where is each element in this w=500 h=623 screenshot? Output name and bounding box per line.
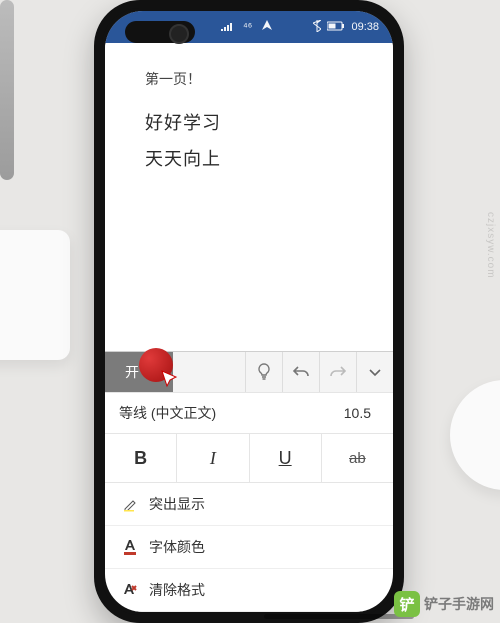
brand-icon: 铲 [394, 591, 420, 617]
tab-start-label: 开 [125, 362, 139, 382]
home-indicator [264, 614, 414, 619]
network-badge: ⁴⁶ [243, 21, 252, 33]
background-stylus [0, 0, 14, 180]
font-color-label: 字体颜色 [149, 537, 205, 557]
italic-button[interactable]: I [177, 434, 249, 482]
brand-text: 铲子手游网 [424, 594, 494, 614]
phone-notch [125, 21, 195, 43]
watermark-brand: 铲 铲子手游网 [394, 591, 494, 617]
redo-button[interactable] [319, 352, 356, 392]
battery-icon [327, 21, 345, 34]
font-size: 10.5 [344, 405, 371, 421]
bold-button[interactable]: B [105, 434, 177, 482]
chevron-down-icon [368, 365, 382, 379]
underline-button[interactable]: U [250, 434, 322, 482]
font-name: 等线 (中文正文) [119, 403, 344, 423]
status-time: 09:38 [351, 21, 379, 33]
background-item-left [0, 230, 70, 360]
highlight-label: 突出显示 [149, 494, 205, 514]
clear-format-label: 清除格式 [149, 580, 205, 600]
undo-icon [292, 365, 310, 379]
page-label: 第一页！ [145, 69, 365, 89]
font-color-icon [117, 538, 143, 556]
clear-format-icon [117, 582, 143, 598]
tutorial-pointer [139, 348, 173, 382]
phone-mockup: ⁴⁶ 09:38 第一页！ 好好学习 天天向上 [94, 0, 404, 623]
strikethrough-button[interactable]: ab [322, 434, 393, 482]
font-color-option[interactable]: 字体颜色 [105, 526, 393, 569]
font-row[interactable]: 等线 (中文正文) 10.5 [105, 392, 393, 433]
text-style-grid: B I U ab [105, 433, 393, 483]
doc-line-2: 天天向上 [145, 145, 365, 171]
tab-start[interactable]: 开 [105, 352, 173, 392]
background-item-right [450, 380, 500, 490]
location-icon [262, 20, 272, 35]
hint-button[interactable] [245, 352, 282, 392]
lightbulb-icon [256, 363, 272, 381]
bluetooth-icon [313, 20, 321, 35]
ribbon-bar: 开 [105, 351, 393, 392]
watermark-side: czjxsyw.com [485, 212, 496, 279]
more-button[interactable] [356, 352, 393, 392]
clear-format-option[interactable]: 清除格式 [105, 569, 393, 612]
document-canvas[interactable]: 第一页！ 好好学习 天天向上 [105, 43, 393, 351]
signal-icon [221, 21, 233, 34]
highlight-icon [117, 496, 143, 512]
highlight-option[interactable]: 突出显示 [105, 483, 393, 526]
doc-line-1: 好好学习 [145, 109, 365, 135]
undo-button[interactable] [282, 352, 319, 392]
redo-icon [329, 365, 347, 379]
format-options: 突出显示 字体颜色 清除格式 [105, 483, 393, 612]
